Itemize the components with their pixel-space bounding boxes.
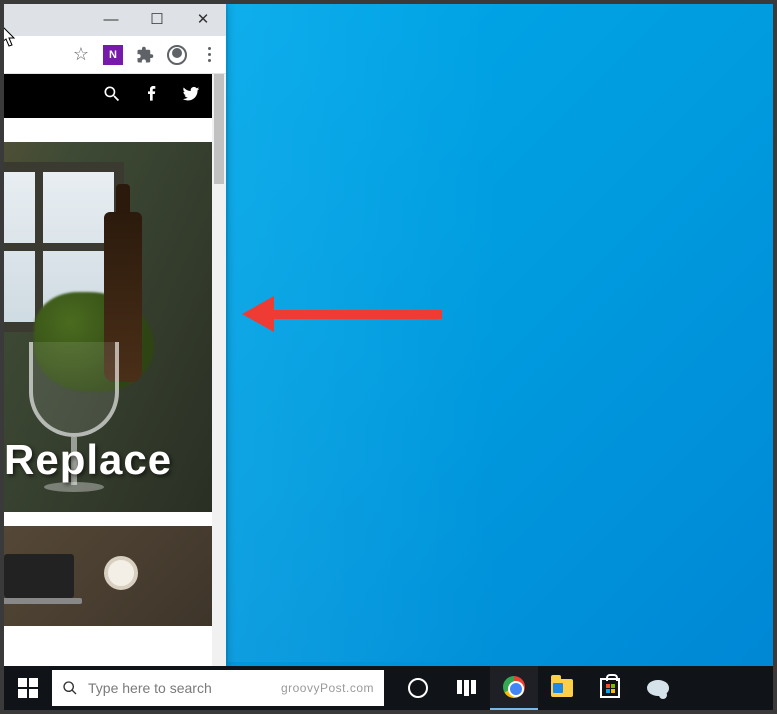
browser-window: — ☐ ✕ ☆ N	[4, 4, 226, 668]
search-icon[interactable]	[102, 84, 122, 109]
secondary-article-image[interactable]	[4, 526, 212, 626]
snap-assist-outline	[228, 4, 687, 662]
hero-article-image[interactable]: Replace	[4, 142, 212, 512]
annotation-arrow-left	[242, 302, 442, 326]
taskbar-app-file-explorer[interactable]	[538, 666, 586, 710]
browser-toolbar: ☆ N	[4, 36, 226, 74]
window-title-bar[interactable]: — ☐ ✕	[4, 4, 226, 36]
file-explorer-icon	[551, 679, 573, 697]
extensions-icon[interactable]	[134, 44, 156, 66]
scrollbar-thumb[interactable]	[214, 74, 224, 184]
chrome-icon	[503, 676, 525, 698]
search-placeholder: Type here to search	[88, 680, 212, 696]
taskbar-app-microsoft-store[interactable]	[586, 666, 634, 710]
search-icon	[52, 680, 88, 696]
kebab-menu-icon[interactable]	[198, 44, 220, 66]
tray-app-icon	[647, 680, 669, 696]
microsoft-store-icon	[600, 678, 620, 698]
search-branding-watermark: groovyPost.com	[281, 681, 374, 695]
hero-title-fragment: Replace	[4, 436, 172, 484]
facebook-icon[interactable]	[144, 86, 160, 107]
minimize-button[interactable]: —	[88, 4, 134, 36]
task-view-button[interactable]	[442, 666, 490, 710]
webpage-viewport: ST Replace licy and Terms of Service.	[4, 74, 226, 668]
bookmark-star-icon[interactable]: ☆	[70, 44, 92, 66]
windows-taskbar: Type here to search groovyPost.com	[4, 666, 773, 710]
taskbar-search-box[interactable]: Type here to search groovyPost.com	[52, 670, 384, 706]
photo-coffee-cup	[104, 556, 138, 590]
twitter-icon[interactable]	[182, 85, 200, 108]
cookie-consent-fragment: licy and Terms of Service.	[4, 632, 212, 668]
onenote-extension-icon[interactable]: N	[102, 44, 124, 66]
breadcrumb-fragment: ST	[4, 118, 226, 142]
photo-laptop	[4, 554, 74, 598]
windows-logo-icon	[18, 678, 38, 698]
site-header-bar	[4, 74, 226, 118]
profile-icon[interactable]	[166, 44, 188, 66]
start-button[interactable]	[4, 666, 52, 710]
cortana-button[interactable]	[394, 666, 442, 710]
maximize-button[interactable]: ☐	[134, 4, 180, 36]
taskbar-app-chrome[interactable]	[490, 666, 538, 710]
page-scrollbar[interactable]	[212, 74, 226, 668]
taskbar-app-tray[interactable]	[634, 666, 682, 710]
task-view-icon	[457, 680, 476, 696]
cortana-icon	[408, 678, 428, 698]
mouse-cursor	[4, 26, 18, 53]
close-button[interactable]: ✕	[180, 4, 226, 36]
